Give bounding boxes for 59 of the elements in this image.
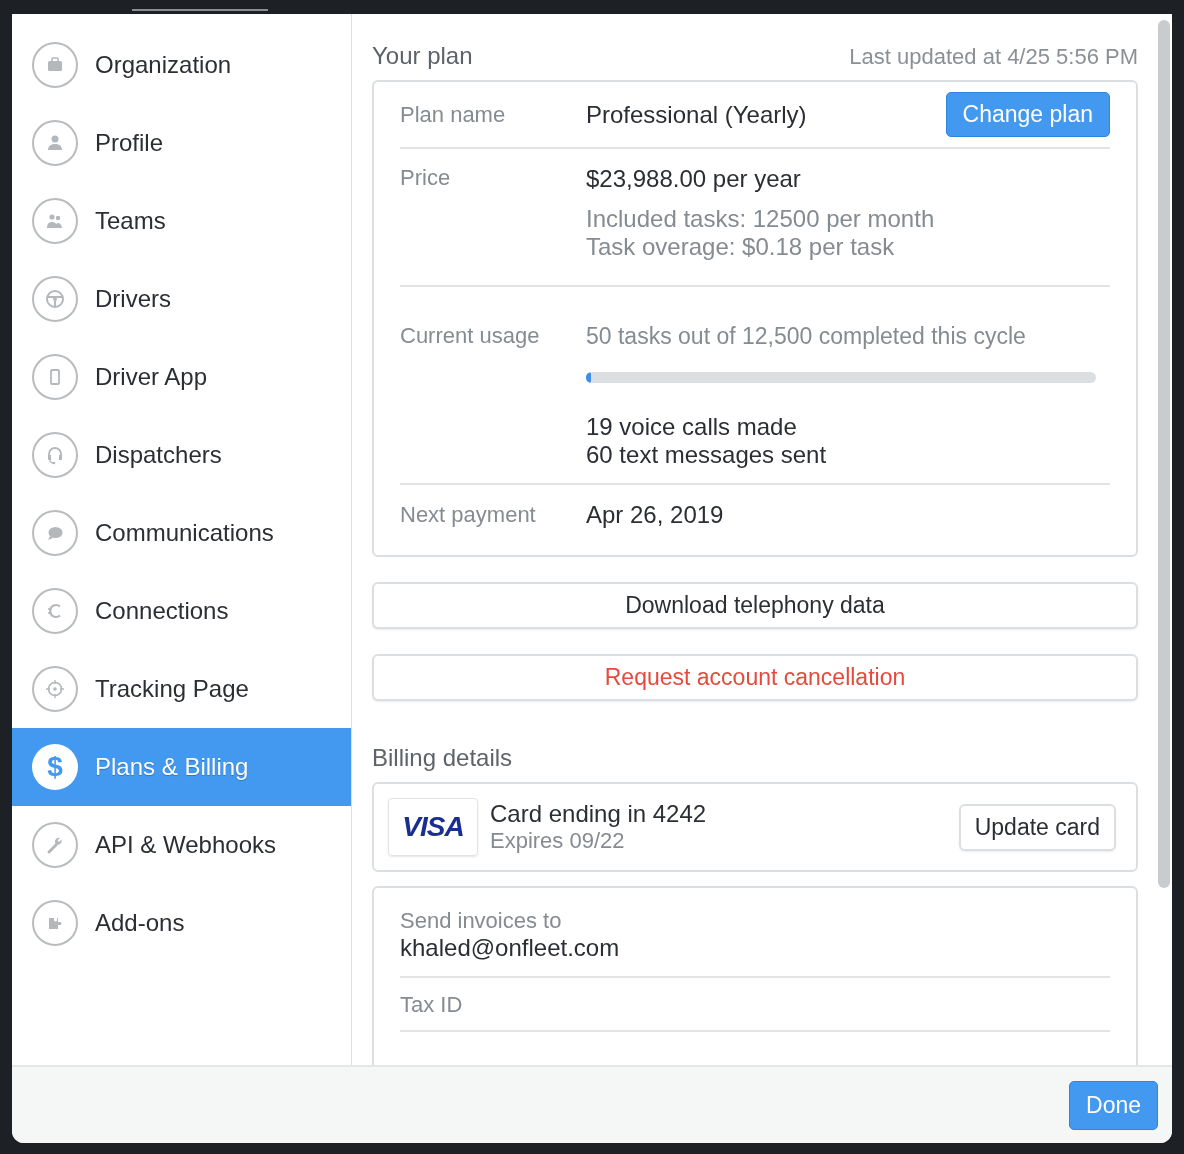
steering-wheel-icon [32,276,78,322]
sidebar-item-label: API & Webhooks [95,831,276,859]
download-button[interactable]: Download telephony data [372,582,1138,629]
sidebar-item-label: Plans & Billing [95,753,249,781]
plan-name: Professional (Yearly) [586,100,808,129]
usage-detail: 60 text messages sent [586,441,828,469]
scrollbar[interactable] [1158,20,1170,888]
sidebar-item[interactable]: Drivers [12,260,351,338]
field-label: Plan name [400,101,507,128]
field-label: Price [400,165,452,192]
field-label: Tax ID [400,992,464,1018]
card-title: Card ending in 4242 [490,800,708,828]
phone-icon [32,354,78,400]
sidebar-item[interactable]: Add-ons [12,884,351,962]
sidebar-item-label: Add-ons [95,909,185,937]
update-card-button[interactable]: Update card [958,803,1116,851]
sidebar-item[interactable]: API & Webhooks [12,806,351,884]
price-detail: Task overage: $0.18 per task [586,233,896,261]
usage-detail: 19 voice calls made [586,413,798,441]
sidebar-item-label: Dispatchers [95,441,222,469]
price-value: $23,988.00 per year [586,165,802,193]
briefcase-icon [32,42,78,88]
sidebar-item-label: Tracking Page [95,675,249,703]
price-detail: Included tasks: 12500 per month [586,205,935,233]
sidebar-item[interactable]: Driver App [12,338,351,416]
sidebar-item-label: Profile [95,129,164,157]
sidebar-item[interactable]: Profile [12,104,351,182]
puzzle-icon [32,900,78,946]
invoice-email: khaled@onfleet.com [400,934,621,962]
dollar-icon: $ [32,744,78,790]
sidebar-item[interactable]: Connections [12,572,351,650]
sidebar-item-label: Communications [95,519,274,547]
field-label: Current usage [400,323,541,350]
sidebar-item[interactable]: Teams [12,182,351,260]
sidebar-item[interactable]: Dispatchers [12,416,351,494]
people-icon [32,198,78,244]
sidebar-item-label: Driver App [95,363,208,391]
sidebar-item[interactable]: Tracking Page [12,650,351,728]
person-icon [32,120,78,166]
sidebar-item[interactable]: Organization [12,26,351,104]
section-title: Billing details [372,744,514,772]
section-title: Your plan [372,42,473,70]
next-payment-date: Apr 26, 2019 [586,501,724,529]
card-expiry: Expires 09/22 [490,828,626,854]
crosshair-icon [32,666,78,712]
sidebar-item-label: Connections [95,597,229,625]
sidebar-item-label: Organization [95,51,232,79]
field-label: Next payment [400,502,537,528]
usage-summary: 50 tasks out of 12,500 completed this cycle [586,323,1027,350]
sidebar-item-label: Drivers [95,285,171,313]
sidebar-item[interactable]: Communications [12,494,351,572]
wrench-icon [32,822,78,868]
field-label: Send invoices to [400,908,563,934]
card-brand-logo: VISA [388,798,478,856]
sidebar-item-label: Teams [95,207,166,235]
cancel-account-button[interactable]: Request account cancellation [372,654,1138,701]
last-updated: Last updated at 4/25 5:56 PM [849,44,1138,70]
headset-icon [32,432,78,478]
speech-bubble-icon [32,510,78,556]
